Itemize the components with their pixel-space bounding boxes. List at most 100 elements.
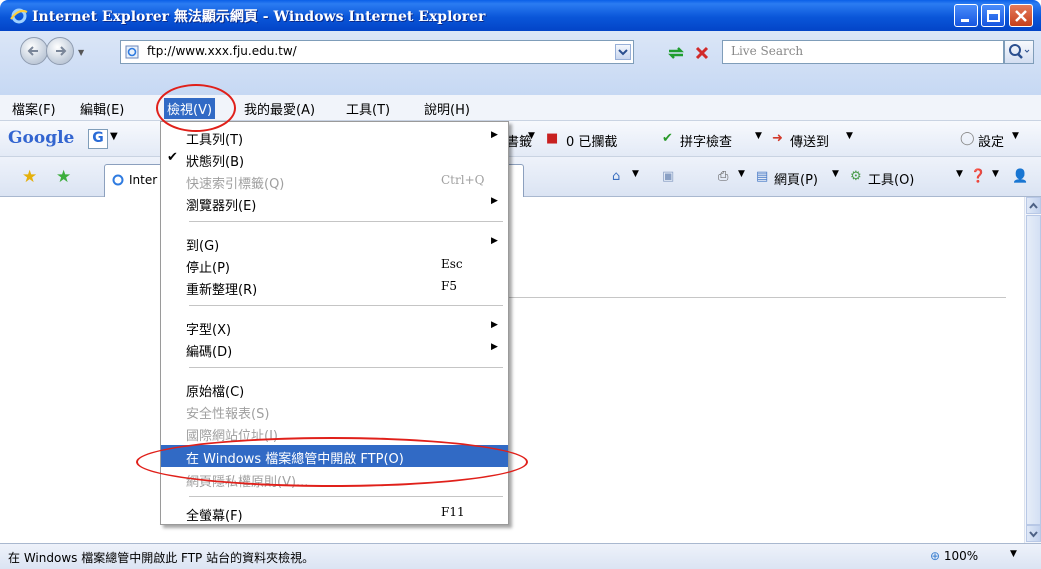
menu-item-label: 瀏覽器列(E) bbox=[186, 199, 257, 214]
annotation-ellipse-view-menu bbox=[156, 84, 236, 132]
settings-icon: ◯ bbox=[960, 131, 975, 146]
forward-arrow-icon bbox=[56, 46, 67, 56]
menu-file[interactable]: 檔案(F) bbox=[12, 99, 56, 118]
print-icon[interactable]: ⎙ bbox=[718, 169, 728, 184]
home-dropdown-icon[interactable]: ▼ bbox=[632, 169, 639, 179]
submenu-arrow-icon: ▶ bbox=[491, 236, 498, 246]
page-menu-button[interactable]: 網頁(P) bbox=[774, 169, 818, 188]
menu-tools[interactable]: 工具(T) bbox=[346, 99, 390, 118]
menu-item-encoding[interactable]: 編碼(D) ▶ bbox=[161, 338, 508, 360]
menu-item-label: 停止(P) bbox=[186, 261, 230, 276]
back-arrow-icon bbox=[27, 46, 38, 56]
menu-item-stop[interactable]: 停止(P) Esc bbox=[161, 254, 508, 276]
tab-row: ★ ★ Inter ⌂ ▼ ▣ ⎙ ▼ ▤ 網頁(P) ▼ ⚙ 工具(O) ▼ … bbox=[0, 157, 1041, 197]
menu-item-refresh[interactable]: 重新整理(R) F5 bbox=[161, 276, 508, 298]
tab-title: Inter bbox=[129, 173, 158, 187]
google-box-dropdown-icon[interactable]: ▼ bbox=[110, 131, 118, 142]
close-button[interactable] bbox=[1009, 4, 1033, 27]
menu-item-label: 字型(X) bbox=[186, 323, 232, 338]
bookmarks-dropdown-icon[interactable]: ▼ bbox=[528, 131, 535, 141]
zoom-level[interactable]: ⊕ 100% bbox=[930, 549, 978, 563]
tools-dropdown-icon[interactable]: ▼ bbox=[956, 169, 963, 179]
page-content bbox=[0, 197, 1024, 543]
address-url[interactable]: ftp://www.xxx.fju.edu.tw/ bbox=[147, 44, 297, 58]
status-text: 在 Windows 檔案總管中開啟此 FTP 站台的資料夾檢視。 bbox=[8, 551, 315, 565]
help-icon[interactable]: ❓ bbox=[970, 169, 986, 184]
research-icon[interactable]: 👤 bbox=[1012, 169, 1028, 184]
vertical-scrollbar[interactable] bbox=[1024, 197, 1041, 543]
menu-item-explorer-bars[interactable]: 瀏覽器列(E) ▶ bbox=[161, 192, 508, 214]
home-icon[interactable]: ⌂ bbox=[612, 169, 620, 184]
zoom-dropdown-icon[interactable]: ▼ bbox=[1010, 549, 1017, 559]
menu-item-source[interactable]: 原始檔(C) bbox=[161, 378, 508, 400]
tools-menu-button[interactable]: 工具(O) bbox=[868, 169, 914, 188]
search-input[interactable]: Live Search bbox=[722, 40, 1004, 64]
scroll-thumb[interactable] bbox=[1026, 215, 1041, 525]
help-dropdown-icon[interactable]: ▼ bbox=[992, 169, 999, 179]
stop-icon[interactable] bbox=[692, 43, 712, 63]
search-icon bbox=[1009, 44, 1030, 59]
tools-gear-icon: ⚙ bbox=[850, 169, 862, 184]
menu-item-text-size[interactable]: 字型(X) ▶ bbox=[161, 316, 508, 338]
maximize-button[interactable] bbox=[981, 4, 1005, 27]
send-to-icon: ➜ bbox=[772, 131, 783, 146]
address-row: ▼ ftp://www.xxx.fju.edu.tw/ Live Search bbox=[0, 31, 1041, 95]
submenu-arrow-icon: ▶ bbox=[491, 130, 498, 140]
spellcheck-button[interactable]: 拼字檢查 bbox=[680, 131, 732, 150]
menu-item-label: 到(G) bbox=[186, 239, 220, 254]
ie-logo-icon bbox=[10, 8, 28, 24]
menu-item-label: 安全性報表(S) bbox=[186, 407, 270, 422]
submenu-arrow-icon: ▶ bbox=[491, 196, 498, 206]
search-placeholder: Live Search bbox=[731, 44, 804, 58]
submenu-arrow-icon: ▶ bbox=[491, 342, 498, 352]
menu-item-quick-tabs: 快速索引標籤(Q) Ctrl+Q bbox=[161, 170, 508, 192]
popup-blocker-icon: ■ bbox=[546, 131, 559, 146]
menu-item-shortcut: Ctrl+Q bbox=[441, 173, 485, 187]
back-button[interactable] bbox=[20, 37, 48, 65]
settings-button[interactable]: 設定 bbox=[978, 131, 1004, 150]
google-search-box[interactable]: G bbox=[88, 129, 108, 149]
ie-tab-icon bbox=[112, 174, 124, 186]
spellcheck-dropdown-icon[interactable]: ▼ bbox=[755, 131, 762, 141]
zoom-value: 100% bbox=[943, 549, 979, 563]
page-icon bbox=[125, 45, 139, 59]
address-bar[interactable]: ftp://www.xxx.fju.edu.tw/ bbox=[120, 40, 634, 64]
history-dropdown-icon[interactable]: ▼ bbox=[78, 48, 84, 57]
refresh-icon[interactable] bbox=[666, 43, 686, 63]
popup-blocked-count[interactable]: 0 已攔截 bbox=[566, 131, 617, 150]
menu-help[interactable]: 說明(H) bbox=[424, 99, 470, 118]
menu-item-shortcut: F11 bbox=[441, 505, 465, 519]
send-to-dropdown-icon[interactable]: ▼ bbox=[846, 131, 853, 141]
scroll-down-button[interactable] bbox=[1026, 525, 1041, 542]
page-dropdown-icon[interactable]: ▼ bbox=[832, 169, 839, 179]
minimize-icon bbox=[961, 19, 969, 22]
search-button[interactable] bbox=[1004, 40, 1034, 64]
menu-item-status-bar[interactable]: ✔ 狀態列(B) bbox=[161, 148, 508, 170]
send-to-button[interactable]: 傳送到 bbox=[790, 131, 829, 150]
chevron-down-icon bbox=[618, 49, 628, 56]
menu-item-go-to[interactable]: 到(G) ▶ bbox=[161, 232, 508, 254]
menu-item-label: 狀態列(B) bbox=[186, 155, 245, 170]
settings-dropdown-icon[interactable]: ▼ bbox=[1012, 131, 1019, 141]
menu-item-label: 編碼(D) bbox=[186, 345, 233, 360]
forward-button[interactable] bbox=[46, 37, 74, 65]
minimize-button[interactable] bbox=[954, 4, 978, 27]
menu-item-label: 全螢幕(F) bbox=[186, 509, 243, 524]
favorites-star-icon[interactable]: ★ bbox=[22, 167, 37, 187]
print-dropdown-icon[interactable]: ▼ bbox=[738, 169, 745, 179]
google-logo: Google bbox=[8, 128, 75, 148]
menu-edit[interactable]: 編輯(E) bbox=[80, 99, 124, 118]
menu-item-shortcut: Esc bbox=[441, 257, 463, 271]
menu-separator bbox=[189, 496, 503, 497]
address-dropdown-button[interactable] bbox=[615, 44, 631, 60]
menu-item-full-screen[interactable]: 全螢幕(F) F11 bbox=[161, 502, 508, 524]
menu-item-label: 原始檔(C) bbox=[186, 385, 245, 400]
title-bar: Internet Explorer 無法顯示網頁 - Windows Inter… bbox=[0, 0, 1041, 31]
menu-favorites[interactable]: 我的最愛(A) bbox=[244, 99, 315, 118]
spellcheck-icon: ✔ bbox=[662, 131, 673, 146]
menu-item-label: 快速索引標籤(Q) bbox=[186, 177, 285, 192]
scroll-up-button[interactable] bbox=[1026, 197, 1041, 214]
add-favorite-icon[interactable]: ★ bbox=[56, 167, 71, 187]
feeds-icon[interactable]: ▣ bbox=[662, 169, 674, 184]
page-menu-icon: ▤ bbox=[756, 169, 769, 184]
